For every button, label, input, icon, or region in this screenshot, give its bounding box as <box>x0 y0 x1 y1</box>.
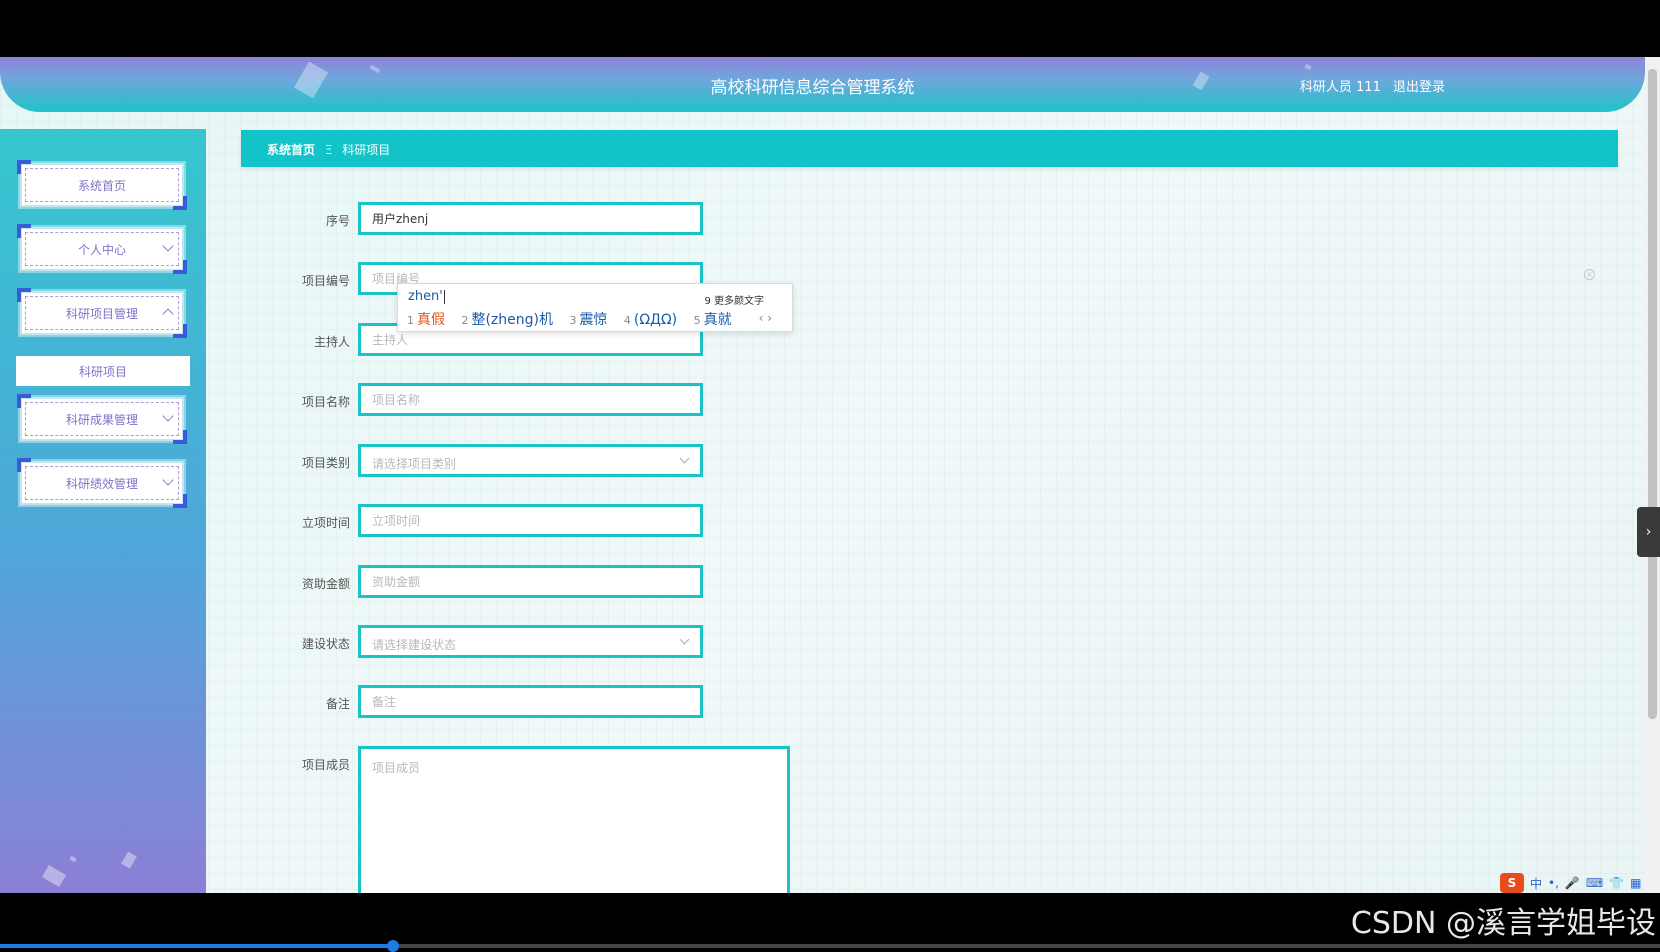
microphone-icon[interactable]: 🎤 <box>1565 876 1580 890</box>
ime-composition: zhen' <box>408 289 445 304</box>
logout-link[interactable]: 退出登录 <box>1393 80 1445 95</box>
menu-item-frame: 科研项目管理 <box>25 296 179 330</box>
sidebar-item-label: 科研成果管理 <box>65 412 138 427</box>
video-progress-fill <box>0 944 394 948</box>
field-label-start-date: 立项时间 <box>301 516 350 530</box>
serial-field <box>358 202 703 235</box>
video-progress-bar[interactable] <box>0 944 1660 948</box>
sidebar-decoration <box>121 851 137 869</box>
sidebar-subitem-research-projects[interactable]: 科研项目 <box>16 356 190 386</box>
sogou-ime-logo-icon[interactable]: S <box>1500 873 1524 893</box>
ime-pinyin-text: zhen' <box>408 289 443 304</box>
ime-more-emoticons[interactable]: 9 更多颜文字 <box>704 292 764 307</box>
sidebar-item-project-management[interactable]: 科研项目管理 <box>17 288 187 338</box>
screen: 高校科研信息综合管理系统 科研人员 111 退出登录 系统首页 个人中心 科研项… <box>0 0 1660 952</box>
scrollbar-thumb[interactable] <box>1648 69 1657 719</box>
ime-candidate-number: 4 <box>623 314 631 327</box>
header-user-area: 科研人员 111 退出登录 <box>1292 76 1445 95</box>
project-name-input[interactable] <box>361 386 700 413</box>
remarks-field <box>358 685 703 718</box>
funding-amount-field <box>358 565 703 598</box>
chevron-right-icon[interactable]: › <box>1637 507 1660 557</box>
breadcrumb-separator-icon: Ξ <box>324 143 333 157</box>
ime-toolbar: S 中 •, 🎤 ⌨ 👕 ▦ <box>1500 873 1658 893</box>
build-status-select[interactable]: 请选择建设状态 <box>358 625 703 658</box>
menu-item-frame: 个人中心 <box>25 232 179 266</box>
start-date-field <box>358 504 703 537</box>
sidebar-item-personal-center[interactable]: 个人中心 <box>17 224 187 274</box>
field-label-remarks: 备注 <box>325 697 350 711</box>
serial-input[interactable] <box>361 205 700 232</box>
ime-candidate-number: 2 <box>461 314 469 327</box>
remarks-input[interactable] <box>361 688 700 715</box>
watermark: CSDN @溪言学姐毕设 <box>1350 906 1656 941</box>
text-caret <box>443 289 445 304</box>
sidebar-item-label: 科研绩效管理 <box>65 476 138 491</box>
chevron-down-icon <box>679 634 690 645</box>
sidebar: 系统首页 个人中心 科研项目管理 科研项目 科研成果管理 科研绩效管理 <box>0 129 206 893</box>
ime-candidate-popup: zhen' 9 更多颜文字 1 真假 2 整(zheng)机 3 震惊 4 (ΩДΩ) … <box>397 283 793 332</box>
ime-candidate[interactable]: 2 整(zheng)机 <box>461 312 553 328</box>
breadcrumb-bar: 系统首页 Ξ 科研项目 <box>241 130 1618 167</box>
toolbox-icon[interactable]: ▦ <box>1630 876 1641 890</box>
ime-candidate-text: 真就 <box>703 312 732 328</box>
field-label-project-name: 项目名称 <box>301 395 350 409</box>
top-header: 高校科研信息综合管理系统 科研人员 111 退出登录 <box>0 57 1645 112</box>
field-label-host: 主持人 <box>313 335 350 349</box>
chevron-down-icon <box>679 453 690 464</box>
ime-candidate-text: 真假 <box>417 312 445 328</box>
punctuation-icon[interactable]: •, <box>1548 876 1559 890</box>
ime-mode-toggle[interactable]: 中 <box>1530 875 1542 892</box>
field-label-serial: 序号 <box>325 214 350 228</box>
app-window: 高校科研信息综合管理系统 科研人员 111 退出登录 系统首页 个人中心 科研项… <box>0 57 1660 893</box>
skin-icon[interactable]: 👕 <box>1609 876 1624 890</box>
ime-candidate-number: 5 <box>693 314 701 327</box>
field-label-build-status: 建设状态 <box>301 637 350 651</box>
close-circle-icon[interactable]: × <box>1584 269 1595 280</box>
ime-candidate-text: 整(zheng)机 <box>471 312 553 328</box>
project-name-field <box>358 383 703 416</box>
funding-amount-input[interactable] <box>361 568 700 595</box>
sidebar-decoration <box>69 855 77 863</box>
header-decoration <box>369 64 381 74</box>
ime-candidate-text: 震惊 <box>579 312 608 328</box>
menu-item-frame: 系统首页 <box>25 168 179 202</box>
ime-candidate-number: 1 <box>407 314 414 327</box>
menu-item-frame: 科研成果管理 <box>25 402 179 436</box>
field-label-project-code: 项目编号 <box>301 274 350 288</box>
field-label-members: 项目成员 <box>301 758 350 772</box>
ime-candidate[interactable]: 3 震惊 <box>569 312 607 328</box>
sidebar-item-label: 个人中心 <box>77 242 126 257</box>
members-field <box>358 746 790 893</box>
ime-page-arrows[interactable]: ‹ › <box>759 311 772 325</box>
field-label-project-category: 项目类别 <box>301 456 350 470</box>
sidebar-item-achievement-management[interactable]: 科研成果管理 <box>17 394 187 444</box>
start-date-input[interactable] <box>361 507 700 534</box>
breadcrumb-home-link[interactable]: 系统首页 <box>267 143 315 157</box>
ime-candidate-list: 1 真假 2 整(zheng)机 3 震惊 4 (ΩДΩ) 5 真就 <box>407 309 744 329</box>
ime-candidate[interactable]: 4 (ΩДΩ) <box>624 312 677 328</box>
ime-candidate-text: (ΩДΩ) <box>633 312 678 328</box>
video-progress-handle[interactable] <box>387 940 400 952</box>
page-scrollbar[interactable] <box>1645 57 1660 893</box>
members-textarea[interactable] <box>361 749 787 893</box>
sidebar-item-home[interactable]: 系统首页 <box>17 160 187 210</box>
breadcrumb: 系统首页 Ξ 科研项目 <box>267 141 390 158</box>
current-user-label: 科研人员 111 <box>1299 80 1381 95</box>
sidebar-item-label: 科研项目管理 <box>65 306 138 321</box>
menu-item-frame: 科研绩效管理 <box>25 466 179 500</box>
sidebar-item-label: 系统首页 <box>77 178 126 193</box>
ime-candidate[interactable]: 1 真假 <box>407 312 445 328</box>
field-label-funding-amount: 资助金额 <box>301 577 350 591</box>
header-decoration <box>1304 63 1312 71</box>
build-status-placeholder: 请选择建设状态 <box>372 638 457 652</box>
sidebar-item-performance-management[interactable]: 科研绩效管理 <box>17 458 187 508</box>
project-category-placeholder: 请选择项目类别 <box>372 457 457 471</box>
ime-candidate[interactable]: 5 真就 <box>694 312 732 328</box>
project-category-select[interactable]: 请选择项目类别 <box>358 444 703 477</box>
ime-candidate-number: 3 <box>569 314 577 327</box>
sidebar-decoration <box>41 864 67 888</box>
keyboard-icon[interactable]: ⌨ <box>1586 876 1603 890</box>
breadcrumb-current: 科研项目 <box>342 143 391 157</box>
